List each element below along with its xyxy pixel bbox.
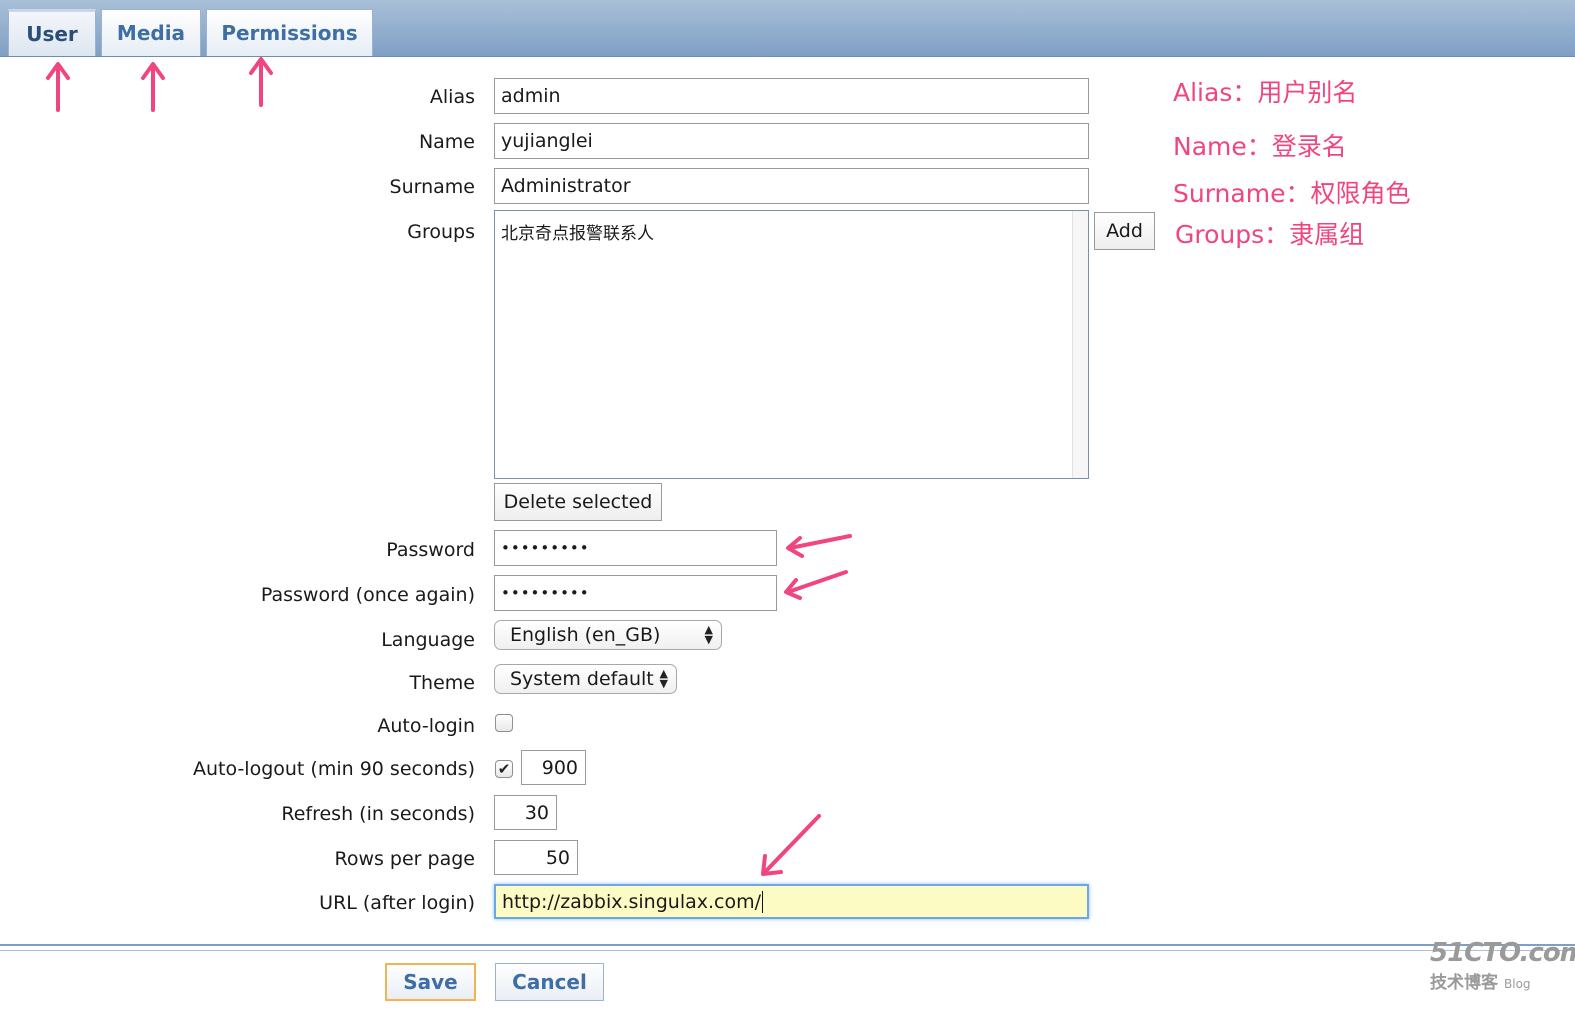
url-input[interactable]: http://zabbix.singulax.com/ [494,884,1089,919]
select-arrows-icon: ▲ ▼ [704,623,713,646]
password-again-input[interactable]: ••••••••• [494,575,777,611]
auto-login-label: Auto-login [377,715,475,737]
watermark-line1: 51CTO.com [1430,938,1575,968]
password-label: Password [386,539,475,561]
footer-divider [0,950,1575,951]
delete-selected-button[interactable]: Delete selected [494,483,662,521]
annotation-arrow-down-left-icon [761,814,821,876]
auto-logout-input[interactable]: 900 [521,750,586,785]
theme-select[interactable]: System default ▲ ▼ [494,664,677,694]
name-input[interactable]: yujianglei [494,123,1089,159]
tab-user[interactable]: User [8,9,96,56]
groups-label: Groups [407,221,475,243]
password-again-label: Password (once again) [260,584,475,606]
alias-label: Alias [429,86,475,108]
annotation-arrow-up-icon [46,62,70,112]
refresh-label: Refresh (in seconds) [281,803,475,825]
cancel-button[interactable]: Cancel [495,963,604,1001]
alias-annotation: Alias：用户别名 [1173,78,1358,107]
url-label: URL (after login) [319,892,475,914]
auto-logout-label: Auto-logout (min 90 seconds) [192,758,475,780]
auto-logout-checkbox[interactable]: ✔ [495,760,513,778]
watermark-line2: 技术博客 [1430,973,1498,993]
footer-divider [0,944,1575,946]
groups-annotation: Groups：隶属组 [1175,220,1365,249]
auto-login-checkbox[interactable] [495,714,513,732]
name-annotation: Name：登录名 [1173,132,1347,161]
group-item[interactable]: 北京奇点报警联系人 [501,219,654,244]
tab-permissions[interactable]: Permissions [206,9,373,56]
text-cursor [762,890,764,913]
language-value: English (en_GB) [510,624,661,646]
add-group-button[interactable]: Add [1094,212,1155,250]
url-value: http://zabbix.singulax.com/ [502,890,762,913]
rows-per-page-input[interactable]: 50 [494,840,578,875]
language-select[interactable]: English (en_GB) ▲ ▼ [494,620,722,650]
surname-label: Surname [389,176,475,198]
refresh-input[interactable]: 30 [494,795,557,830]
rows-per-page-label: Rows per page [334,848,475,870]
theme-label: Theme [409,672,475,694]
theme-value: System default [510,668,654,690]
listbox-scrollbar[interactable] [1072,211,1088,478]
tab-media[interactable]: Media [101,9,201,56]
language-label: Language [381,629,475,651]
annotation-arrow-left-icon [784,570,848,600]
surname-annotation: Surname：权限角色 [1173,179,1411,208]
annotation-arrow-left-icon [786,534,852,558]
groups-listbox[interactable]: 北京奇点报警联系人 [494,210,1089,479]
annotation-arrow-up-icon [249,57,273,107]
watermark-blog: Blog [1504,977,1531,991]
select-arrows-icon: ▲ ▼ [659,667,668,690]
alias-input[interactable]: admin [494,78,1089,114]
save-button[interactable]: Save [385,963,476,1001]
name-label: Name [418,131,475,153]
watermark-logo: 51CTO.com 技术博客 Blog [1430,938,1575,993]
surname-input[interactable]: Administrator [494,168,1089,204]
password-input[interactable]: ••••••••• [494,530,777,566]
annotation-arrow-up-icon [141,62,165,112]
